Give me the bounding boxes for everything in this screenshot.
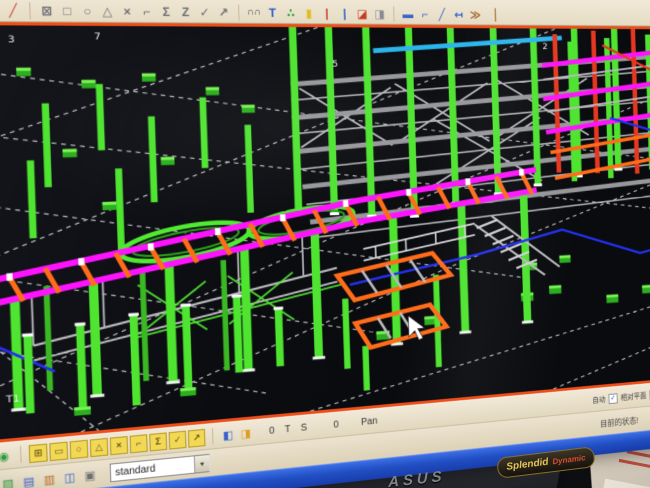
- blue-pen-icon[interactable]: |: [336, 5, 353, 22]
- plane-settings: 自动 ✓ 相对平面 ✓ 工作平面: [592, 386, 650, 405]
- snap-sum-icon[interactable]: Σ: [157, 3, 176, 21]
- phase-icon[interactable]: T: [263, 4, 281, 21]
- status-message: 目前的状态!: [600, 414, 639, 430]
- snap-intersect-icon[interactable]: ×: [110, 436, 128, 455]
- chevron-down-icon[interactable]: ▾: [194, 455, 210, 473]
- ortho-icon[interactable]: ↤: [450, 6, 466, 22]
- toolbar-separator: [393, 6, 394, 22]
- polybeam-icon[interactable]: ⌐: [417, 6, 434, 22]
- snap-any-icon[interactable]: Σ: [149, 432, 167, 451]
- snap-line-icon[interactable]: ↗: [188, 428, 206, 447]
- snap-free-icon[interactable]: ✓: [169, 430, 187, 449]
- auto-label: 自动: [592, 394, 605, 405]
- snap-cross-icon[interactable]: ×: [117, 2, 136, 20]
- grid-label: 5: [332, 59, 338, 69]
- binoculars-icon[interactable]: ∩∩: [245, 4, 263, 21]
- status-count: 0: [333, 419, 339, 430]
- photo-of-monitor: ◠ ◡ ╱ ⊠ □ ○ △ × ⌐ Σ Z ✓ ↗ ∩∩ T ∴ ▮ | | ◪…: [0, 0, 650, 488]
- snap-corner-icon[interactable]: ⌐: [137, 2, 156, 20]
- grid-label: 7: [94, 32, 101, 43]
- model-canvas[interactable]: 3 7 5 2 T1: [0, 25, 650, 442]
- snap-z-icon[interactable]: Z: [176, 3, 195, 21]
- relative-plane-checkbox[interactable]: ✓: [608, 393, 617, 404]
- red-pen-icon[interactable]: |: [318, 4, 335, 21]
- snap-grid-icon[interactable]: ⊞: [29, 443, 48, 463]
- snap-rect-icon[interactable]: □: [57, 1, 77, 19]
- monitor-screen: ◠ ◡ ╱ ⊠ □ ○ △ × ⌐ Σ Z ✓ ↗ ∩∩ T ∴ ▮ | | ◪…: [0, 0, 650, 488]
- status-flags: 0 T S: [269, 421, 311, 436]
- select-single-icon[interactable]: ▣: [81, 466, 98, 483]
- model-viewport[interactable]: 3 7 5 2 T1: [0, 25, 650, 442]
- grid-label: T1: [5, 394, 20, 406]
- render-icon[interactable]: ◧: [220, 426, 236, 443]
- snap-check-icon[interactable]: ✓: [195, 3, 214, 20]
- box-paper-slip: [601, 479, 650, 488]
- beam-icon[interactable]: ▬: [399, 5, 416, 22]
- snap-mid-icon[interactable]: △: [90, 437, 109, 456]
- red-line-icon[interactable]: ╱: [3, 1, 23, 19]
- status-mode: Pan: [361, 415, 378, 427]
- toolbar-separator: [238, 5, 240, 21]
- column-icon[interactable]: ▕: [484, 6, 500, 22]
- snap-circle-icon[interactable]: ○: [77, 2, 97, 20]
- snap-arrow-icon[interactable]: ↗: [214, 3, 232, 20]
- snap-box-icon[interactable]: ⊠: [37, 1, 57, 19]
- select-object-icon[interactable]: ▤: [20, 472, 38, 488]
- snap-endpoint-icon[interactable]: ▭: [49, 441, 68, 461]
- select-part-icon[interactable]: ◫: [61, 468, 79, 485]
- select-component-icon[interactable]: ▧: [0, 475, 17, 488]
- sticker-text: Splendid: [506, 457, 549, 473]
- box-print-line: [626, 450, 650, 459]
- right-color-frame: [541, 29, 650, 183]
- twin-beam-icon[interactable]: ≫: [467, 6, 483, 22]
- selection-filter-value: standard: [111, 459, 194, 479]
- toolbar-separator: [29, 2, 31, 19]
- snap-perp-icon[interactable]: ⌐: [130, 434, 148, 453]
- red-swatch-icon[interactable]: ◪: [354, 5, 371, 22]
- globe-icon[interactable]: ◉: [0, 447, 13, 465]
- points-icon[interactable]: ∴: [282, 4, 300, 21]
- grid-label: 3: [8, 34, 15, 45]
- toolbar-separator: [212, 428, 214, 444]
- snap-center-icon[interactable]: ○: [70, 439, 89, 458]
- select-assembly-icon[interactable]: ▥: [41, 470, 59, 488]
- toolbar-separator: [20, 446, 22, 463]
- note-icon[interactable]: ▮: [300, 4, 318, 21]
- gray-swatch-icon[interactable]: ◨: [371, 5, 388, 22]
- box-print-line: [619, 459, 650, 470]
- grid-label: 2: [542, 42, 548, 51]
- relative-plane-label: 相对平面: [621, 390, 647, 402]
- curved-beam-icon[interactable]: ╱: [434, 6, 450, 22]
- sticker-text-secondary: Dynamic: [552, 453, 586, 466]
- shade-icon[interactable]: ◨: [238, 425, 254, 442]
- snap-triangle-icon[interactable]: △: [98, 2, 117, 20]
